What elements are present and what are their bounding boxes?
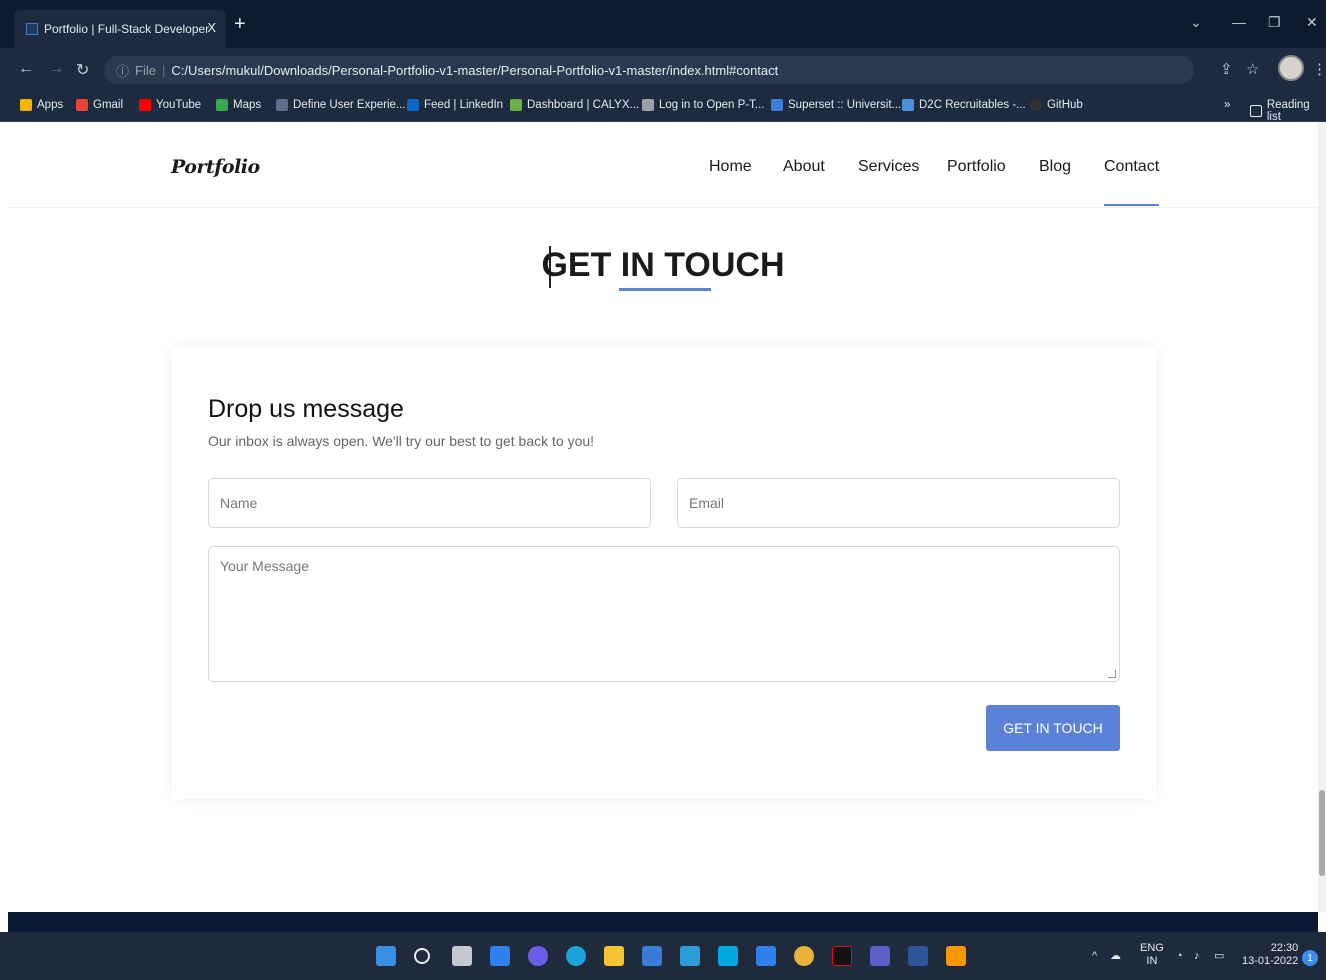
clock[interactable]: 22:30 13-01-2022: [1242, 942, 1298, 968]
prime-video-icon[interactable]: [718, 946, 738, 966]
back-arrow-icon[interactable]: ←: [18, 60, 34, 78]
mail-icon[interactable]: [680, 946, 700, 966]
reading-list-button[interactable]: Reading list: [1250, 99, 1326, 123]
share-icon[interactable]: ⇪: [1220, 60, 1233, 78]
tray-chevron-icon[interactable]: ^: [1092, 950, 1097, 963]
linkedin-icon: [407, 99, 419, 111]
email-input[interactable]: Email: [677, 478, 1120, 528]
onedrive-icon[interactable]: [756, 946, 776, 966]
resize-handle-icon[interactable]: [1108, 670, 1116, 678]
bookmark-open-pt[interactable]: Log in to Open P-T...: [642, 99, 764, 111]
bookmark-star-icon[interactable]: ☆: [1246, 60, 1259, 78]
d2c-icon: [902, 99, 914, 111]
maps-pin-icon: [216, 99, 228, 111]
scrollbar-thumb[interactable]: [1319, 790, 1325, 876]
clock-date: 13-01-2022: [1242, 955, 1299, 967]
volume-icon[interactable]: ♪: [1194, 950, 1200, 963]
github-icon: [1030, 99, 1042, 111]
title-underline: [619, 288, 711, 291]
page-icon: [276, 99, 288, 111]
nav-contact[interactable]: Contact: [1104, 158, 1160, 206]
tab-close-button[interactable]: X: [207, 20, 216, 35]
store-icon[interactable]: [642, 946, 662, 966]
bookmark-maps[interactable]: Maps: [216, 99, 261, 111]
url-text: C:/Users/mukul/Downloads/Personal-Portfo…: [171, 62, 779, 78]
youtube-icon: [139, 99, 151, 111]
gmail-icon: [76, 99, 88, 111]
bookmark-superset[interactable]: Superset :: Universit...: [771, 99, 901, 111]
contact-card: Drop us message Our inbox is always open…: [172, 347, 1156, 799]
section-title: GET IN TOUCH: [541, 246, 785, 284]
sublime-icon[interactable]: [946, 946, 966, 966]
bookmark-github[interactable]: GitHub: [1030, 99, 1083, 111]
nav-blog[interactable]: Blog: [1039, 158, 1071, 176]
reading-list-icon: [1250, 105, 1262, 117]
task-view-icon[interactable]: [452, 946, 472, 966]
chat-icon[interactable]: [528, 946, 548, 966]
profile-avatar[interactable]: [1278, 55, 1304, 81]
nav-services[interactable]: Services: [858, 158, 919, 176]
web-page: Portfolio Home About Services Portfolio …: [8, 122, 1318, 912]
site-navbar: Portfolio Home About Services Portfolio …: [8, 122, 1318, 208]
language-indicator[interactable]: ENG IN: [1140, 942, 1164, 968]
file-explorer-icon[interactable]: [604, 946, 624, 966]
name-input[interactable]: Name: [208, 478, 651, 528]
apps-grid-icon: [20, 99, 32, 111]
nav-home[interactable]: Home: [709, 158, 752, 176]
teams-icon[interactable]: [870, 946, 890, 966]
windows-taskbar: [0, 932, 1326, 980]
bookmark-d2c[interactable]: D2C Recruitables -...: [902, 99, 1026, 111]
nav-portfolio[interactable]: Portfolio: [947, 158, 1006, 176]
site-favicon-icon: [26, 23, 38, 35]
weather-icon[interactable]: ☁: [1110, 950, 1121, 963]
start-icon[interactable]: [376, 946, 396, 966]
info-icon[interactable]: ⓘ: [116, 61, 129, 80]
bookmark-apps[interactable]: Apps: [20, 99, 63, 111]
chrome-icon[interactable]: [794, 946, 814, 966]
submit-button[interactable]: GET IN TOUCH: [986, 705, 1120, 751]
address-bar[interactable]: ⓘ File | C:/Users/mukul/Downloads/Person…: [104, 56, 1194, 84]
nav-about[interactable]: About: [783, 158, 825, 176]
site-footer: [8, 912, 1318, 932]
battery-icon[interactable]: ▭: [1214, 950, 1224, 963]
wifi-icon[interactable]: ◔: [1176, 950, 1183, 963]
url-separator: |: [161, 62, 166, 78]
calyx-icon: [510, 99, 522, 111]
restore-button[interactable]: ❐: [1268, 14, 1281, 31]
netflix-icon[interactable]: [832, 946, 852, 966]
tab-search-icon[interactable]: ⌄: [1190, 14, 1202, 31]
edge-icon[interactable]: [566, 946, 586, 966]
form-subtitle: Our inbox is always open. We'll try our …: [208, 433, 595, 449]
search-icon[interactable]: [414, 948, 430, 964]
superset-icon: [771, 99, 783, 111]
bookmarks-overflow-button[interactable]: »: [1224, 99, 1230, 111]
message-placeholder: Your Message: [220, 558, 309, 574]
form-title: Drop us message: [208, 395, 404, 423]
reload-icon[interactable]: ↻: [76, 60, 89, 80]
menu-kebab-icon[interactable]: ⋮: [1312, 60, 1326, 78]
clock-time: 22:30: [1270, 942, 1299, 954]
widgets-icon[interactable]: [490, 946, 510, 966]
bookmark-linkedin[interactable]: Feed | LinkedIn: [407, 99, 503, 111]
bookmark-define-ux[interactable]: Define User Experie...: [276, 99, 406, 111]
browser-tab[interactable]: Portfolio | Full-Stack Developer X: [14, 10, 226, 48]
url-scheme: File: [135, 62, 156, 78]
site-logo[interactable]: Portfolio: [171, 156, 260, 178]
bookmark-calyx[interactable]: Dashboard | CALYX...: [510, 99, 639, 111]
bookmark-youtube[interactable]: YouTube: [139, 99, 201, 111]
word-icon[interactable]: [908, 946, 928, 966]
notification-badge[interactable]: 1: [1302, 950, 1318, 966]
tab-title: Portfolio | Full-Stack Developer: [44, 22, 210, 36]
message-textarea[interactable]: Your Message: [208, 546, 1120, 682]
minimize-button[interactable]: —: [1232, 14, 1246, 30]
forward-arrow-icon[interactable]: →: [48, 60, 64, 78]
window-close-button[interactable]: ✕: [1306, 14, 1318, 31]
new-tab-button[interactable]: +: [234, 14, 246, 34]
bookmark-gmail[interactable]: Gmail: [76, 99, 123, 111]
lock-page-icon: [642, 99, 654, 111]
